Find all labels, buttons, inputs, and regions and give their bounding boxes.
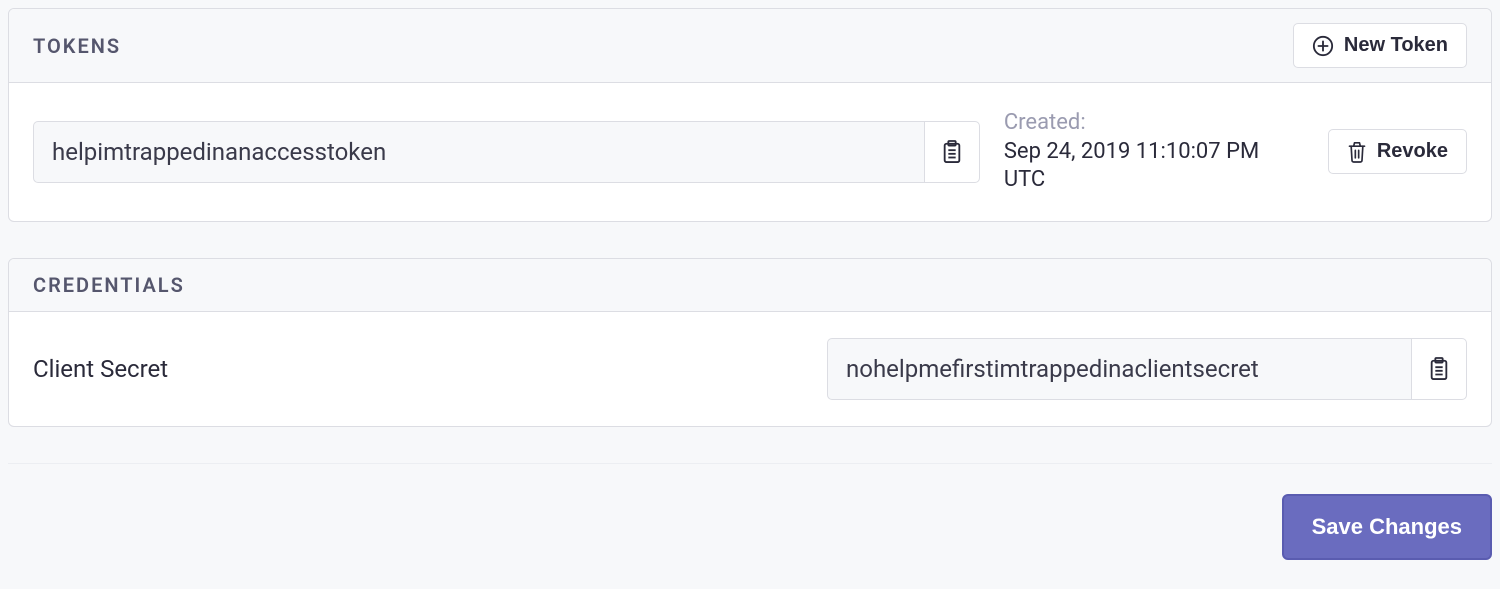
token-row: Created: Sep 24, 2019 11:10:07 PM UTC Re… bbox=[33, 109, 1467, 195]
client-secret-input[interactable] bbox=[827, 338, 1411, 400]
revoke-token-button[interactable]: Revoke bbox=[1328, 129, 1467, 174]
token-created-label: Created: bbox=[1004, 109, 1304, 138]
clipboard-icon bbox=[941, 139, 963, 165]
copy-client-secret-button[interactable] bbox=[1411, 338, 1467, 400]
tokens-title: TOKENS bbox=[33, 34, 121, 58]
client-secret-input-group bbox=[827, 338, 1467, 400]
trash-icon bbox=[1347, 141, 1367, 163]
credentials-card-header: CREDENTIALS bbox=[9, 259, 1491, 312]
token-input-group bbox=[33, 121, 980, 183]
footer-actions: Save Changes bbox=[8, 494, 1492, 560]
tokens-body: Created: Sep 24, 2019 11:10:07 PM UTC Re… bbox=[9, 83, 1491, 221]
client-secret-label: Client Secret bbox=[33, 355, 168, 383]
credentials-title: CREDENTIALS bbox=[33, 273, 185, 297]
save-changes-button[interactable]: Save Changes bbox=[1282, 494, 1492, 560]
divider-line bbox=[8, 463, 1492, 464]
client-secret-row: Client Secret bbox=[33, 338, 1467, 400]
credentials-card: CREDENTIALS Client Secret bbox=[8, 258, 1492, 427]
tokens-card-header: TOKENS New Token bbox=[9, 9, 1491, 83]
token-created-block: Created: Sep 24, 2019 11:10:07 PM UTC bbox=[1004, 109, 1304, 195]
new-token-button[interactable]: New Token bbox=[1293, 23, 1467, 68]
revoke-label: Revoke bbox=[1377, 140, 1448, 163]
clipboard-icon bbox=[1428, 356, 1450, 382]
new-token-label: New Token bbox=[1344, 34, 1448, 57]
token-created-date: Sep 24, 2019 11:10:07 PM UTC bbox=[1004, 138, 1304, 195]
tokens-card: TOKENS New Token Created: Sep 24, 2019 1… bbox=[8, 8, 1492, 222]
plus-circle-icon bbox=[1312, 35, 1334, 57]
copy-token-button[interactable] bbox=[924, 121, 980, 183]
credentials-body: Client Secret bbox=[9, 312, 1491, 426]
token-value-input[interactable] bbox=[33, 121, 924, 183]
